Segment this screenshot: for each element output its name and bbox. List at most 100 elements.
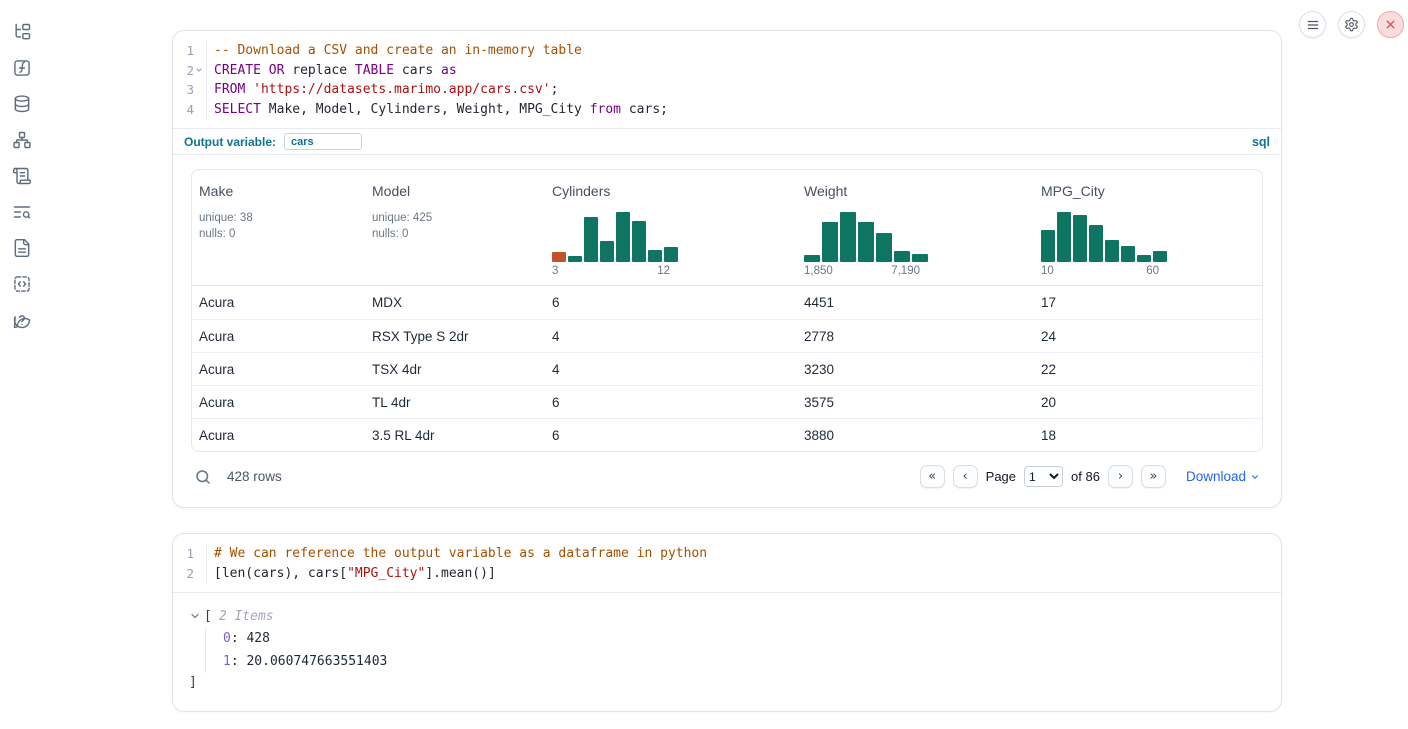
code-token: -- Download a CSV and create an in-memor… <box>214 43 582 58</box>
table-header: Makeunique: 38nulls: 0Modelunique: 425nu… <box>192 170 1262 286</box>
fold-slot <box>194 549 204 559</box>
table-row[interactable]: Acura3.5 RL 4dr6388018 <box>192 418 1262 451</box>
table-cell: 3.5 RL 4dr <box>365 428 545 443</box>
histogram-bar[interactable] <box>584 217 598 262</box>
item-index: 1 <box>223 654 231 669</box>
table-cell: Acura <box>192 395 365 410</box>
code-token: replace <box>284 63 354 78</box>
histogram-bar[interactable] <box>858 222 874 262</box>
dependency-graph-icon[interactable] <box>12 130 32 150</box>
histogram-bar[interactable] <box>912 254 928 262</box>
table-cell: 4 <box>545 329 797 344</box>
last-page-button[interactable]: » <box>1141 465 1166 488</box>
column-header-model[interactable]: Modelunique: 425nulls: 0 <box>365 170 545 285</box>
histogram-bar[interactable] <box>1089 225 1103 262</box>
documentation-icon[interactable] <box>12 238 32 258</box>
histogram-bar[interactable] <box>1041 230 1055 262</box>
file-explorer-icon[interactable] <box>12 22 32 42</box>
code-lines[interactable]: # We can reference the output variable a… <box>207 544 1281 583</box>
histogram-bar[interactable] <box>894 251 910 262</box>
search-icon[interactable] <box>194 468 212 486</box>
table-cell: TSX 4dr <box>365 362 545 377</box>
histogram-bar[interactable] <box>552 252 566 262</box>
table-row[interactable]: AcuraRSX Type S 2dr4277824 <box>192 319 1262 352</box>
code-line: [len(cars), cars["MPG_City"].mean()] <box>214 564 1281 584</box>
column-stats: unique: 38nulls: 0 <box>199 210 365 242</box>
table-cell: Acura <box>192 428 365 443</box>
download-button[interactable]: Download <box>1186 469 1260 484</box>
next-page-button[interactable]: › <box>1108 465 1133 488</box>
histogram-bar[interactable] <box>876 233 892 262</box>
column-header-cylinders[interactable]: Cylinders312 <box>545 170 797 285</box>
column-stat: nulls: 0 <box>372 226 545 242</box>
settings-gear-icon <box>1344 17 1359 32</box>
fold-chevron-icon[interactable] <box>194 65 204 75</box>
column-header-mpg_city[interactable]: MPG_City1060 <box>1034 170 1262 285</box>
histogram-bar[interactable] <box>1121 246 1135 262</box>
table-cell: 22 <box>1034 362 1262 377</box>
histogram-bar[interactable] <box>804 255 820 262</box>
histogram-bar[interactable] <box>1105 240 1119 262</box>
datasources-icon[interactable] <box>12 94 32 114</box>
histogram-bar[interactable] <box>568 256 582 262</box>
code-token: SELECT <box>214 102 261 117</box>
table-cell: Acura <box>192 295 365 310</box>
snippets-icon[interactable] <box>12 274 32 294</box>
code-lines[interactable]: -- Download a CSV and create an in-memor… <box>207 41 1281 119</box>
code-token: cars; <box>621 102 668 117</box>
fold-slot <box>194 46 204 56</box>
item-value: 20.060747663551403 <box>246 654 387 669</box>
line-number: 1 <box>173 544 206 564</box>
first-page-button[interactable]: « <box>920 465 945 488</box>
scratchpad-icon[interactable] <box>12 166 32 186</box>
column-stat: nulls: 0 <box>199 226 365 242</box>
histogram-bar[interactable] <box>840 212 856 262</box>
output-variable-input[interactable] <box>284 133 362 150</box>
histogram-bar[interactable] <box>822 222 838 262</box>
menu-icon <box>1306 18 1320 32</box>
fold-slot <box>194 104 204 114</box>
table-row[interactable]: AcuraTL 4dr6357520 <box>192 385 1262 418</box>
histogram-bar[interactable] <box>1153 251 1167 262</box>
settings-button[interactable] <box>1338 11 1365 38</box>
histogram-bar[interactable] <box>1073 215 1087 262</box>
histogram-bar[interactable] <box>664 247 678 262</box>
line-number: 4 <box>173 100 206 120</box>
logs-icon[interactable] <box>12 202 32 222</box>
functions-icon[interactable] <box>12 58 32 78</box>
help-icon[interactable] <box>12 310 32 330</box>
close-button[interactable] <box>1377 11 1404 38</box>
histogram-bar[interactable] <box>1057 212 1071 262</box>
histogram-bar[interactable] <box>632 221 646 262</box>
sql-output-section: Makeunique: 38nulls: 0Modelunique: 425nu… <box>173 155 1281 501</box>
code-token: "MPG_City" <box>347 566 425 581</box>
sql-code-editor[interactable]: 1234-- Download a CSV and create an in-m… <box>173 31 1281 128</box>
histogram-bar[interactable] <box>616 212 630 262</box>
window-controls <box>1299 11 1404 38</box>
collapse-chevron-icon[interactable] <box>189 610 201 622</box>
python-output: [ 2 Items 0: 4281: 20.060747663551403 ] <box>173 593 1281 692</box>
row-count-label: 428 rows <box>227 469 282 484</box>
table-cell: 6 <box>545 395 797 410</box>
table-row[interactable]: AcuraMDX6445117 <box>192 286 1262 319</box>
histogram-bar[interactable] <box>600 241 614 262</box>
column-header-weight[interactable]: Weight1,8507,190 <box>797 170 1034 285</box>
code-token: TABLE <box>355 63 394 78</box>
histogram-bar[interactable] <box>648 250 662 262</box>
histogram-cylinders: 312 <box>552 210 678 277</box>
code-token: Make, Model, Cylinders, Weight, MPG_City <box>261 102 590 117</box>
prev-page-button[interactable]: ‹ <box>953 465 978 488</box>
fold-slot <box>194 568 204 578</box>
table-row[interactable]: AcuraTSX 4dr4323022 <box>192 352 1262 385</box>
menu-button[interactable] <box>1299 11 1326 38</box>
table-cell: 18 <box>1034 428 1262 443</box>
line-number: 1 <box>173 41 206 61</box>
python-code-editor[interactable]: 12# We can reference the output variable… <box>173 534 1281 593</box>
histogram-bars <box>1041 210 1167 262</box>
column-header-make[interactable]: Makeunique: 38nulls: 0 <box>192 170 365 285</box>
table-cell: 6 <box>545 428 797 443</box>
open-bracket: [ <box>204 609 212 624</box>
table-cell: RSX Type S 2dr <box>365 329 545 344</box>
histogram-bar[interactable] <box>1137 255 1151 262</box>
page-select[interactable]: 1 <box>1024 466 1063 487</box>
